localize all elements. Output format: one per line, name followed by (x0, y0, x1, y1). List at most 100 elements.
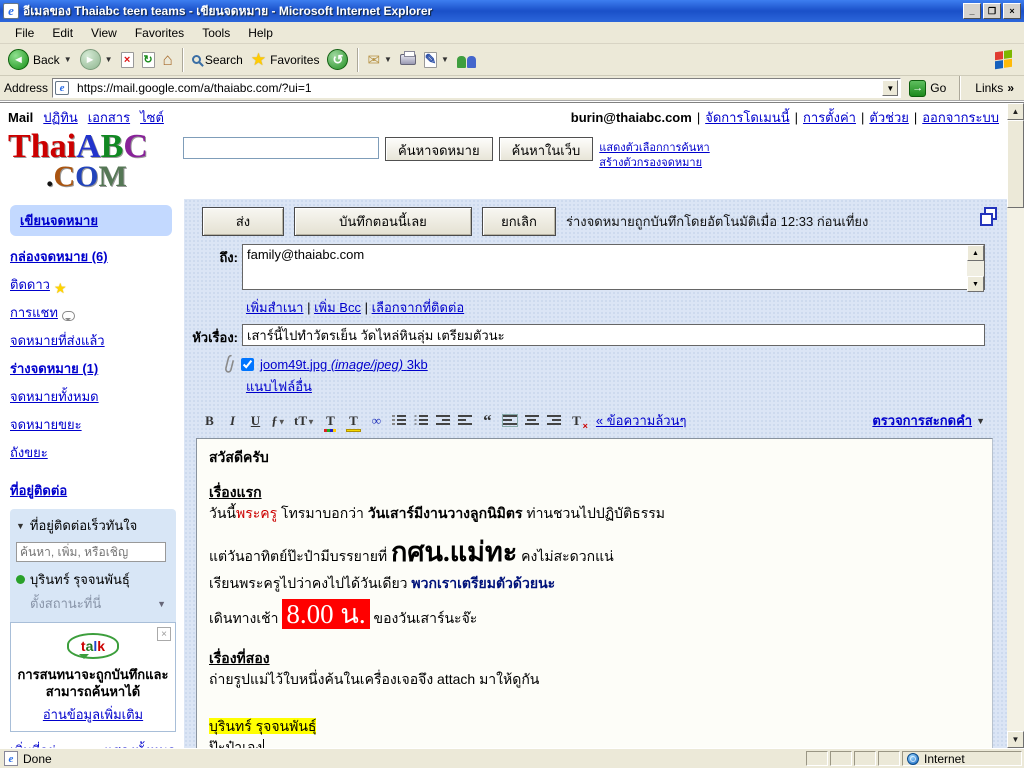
messenger-button[interactable] (453, 50, 480, 70)
link-settings[interactable]: การตั้งค่า (803, 107, 856, 128)
align-right-icon[interactable] (547, 415, 561, 426)
scroll-down-icon[interactable]: ▼ (967, 276, 984, 292)
attachment-link[interactable]: joom49t.jpg (image/jpeg) 3kb (260, 357, 428, 372)
attachment-checkbox[interactable] (241, 358, 254, 371)
mail-dropdown-icon[interactable]: ▼ (384, 55, 392, 64)
link-help[interactable]: ตัวช่วย (869, 107, 908, 128)
sidebar-item-sent[interactable]: จดหมายที่ส่งแล้ว (10, 330, 105, 351)
mail-button[interactable]: ✉ ▼ (363, 49, 396, 71)
address-url[interactable]: https://mail.google.com/a/thaiabc.com/?u… (77, 81, 311, 95)
back-button[interactable]: ◄ Back ▼ (4, 47, 76, 72)
search-web-button[interactable]: ค้นหาในเว็บ (499, 137, 594, 161)
spell-check-link[interactable]: ตรวจการสะกดคำ (872, 410, 972, 431)
edit-button[interactable]: ✎ ▼ (420, 50, 453, 70)
send-button[interactable]: ส่ง (202, 207, 284, 236)
close-button[interactable]: × (1003, 3, 1021, 19)
link-create-filter[interactable]: สร้างตัวกรองจดหมาย (599, 156, 709, 171)
forward-button[interactable]: ► ▼ (76, 47, 117, 72)
menu-file[interactable]: File (6, 24, 43, 42)
sidebar-item-starred[interactable]: ติดดาว (10, 274, 50, 295)
forward-dropdown-icon[interactable]: ▼ (105, 55, 113, 64)
status-dropdown-icon[interactable]: ▼ (157, 599, 166, 609)
favorites-button[interactable]: ★ Favorites (247, 48, 324, 72)
sidebar-item-spam[interactable]: จดหมายขยะ (10, 414, 82, 435)
bold-icon[interactable]: B (202, 413, 217, 429)
contact-name[interactable]: บุรินทร์ รุจจนพันธุ์ (30, 569, 130, 590)
sidebar-item-drafts[interactable]: ร่างจดหมาย (1) (10, 358, 98, 379)
add-cc-link[interactable]: เพิ่มสำเนา (246, 300, 303, 315)
message-body-editor[interactable]: สวัสดีครับ เรื่องแรก วันนี้พระครู โทรมาบ… (196, 438, 993, 748)
menu-favorites[interactable]: Favorites (126, 24, 193, 42)
restore-button[interactable]: ❐ (983, 3, 1001, 19)
align-left-icon[interactable] (503, 415, 517, 426)
set-status-hint[interactable]: ตั้งสถานะที่นี่ (30, 593, 101, 614)
add-contact-link[interactable]: เพิ่มที่อยู่ (10, 740, 56, 748)
sidebar-item-trash[interactable]: ถังขยะ (10, 442, 48, 463)
search-button[interactable]: Search (188, 51, 247, 69)
discard-button[interactable]: ยกเลิก (482, 207, 556, 236)
link-docs[interactable]: เอกสาร (88, 107, 130, 128)
choose-from-contacts-link[interactable]: เลือกจากที่ติดต่อ (372, 300, 465, 315)
subject-field[interactable] (242, 324, 985, 346)
link-calendar[interactable]: ปฏิทิน (43, 107, 77, 128)
print-button[interactable] (396, 52, 420, 67)
scroll-up-icon[interactable]: ▲ (967, 245, 984, 261)
scrollbar-down-icon[interactable]: ▼ (1007, 731, 1024, 748)
spell-check-dropdown-icon[interactable]: ▼ (976, 416, 985, 426)
insert-link-icon[interactable]: ∞ (369, 413, 384, 429)
search-mail-button[interactable]: ค้นหาจดหมาย (385, 137, 493, 161)
minimize-button[interactable]: _ (963, 3, 981, 19)
sidebar-item-chats[interactable]: การแชท (10, 302, 58, 323)
attach-another-file-link[interactable]: แนบไฟล์อื่น (246, 379, 312, 394)
align-center-icon[interactable] (525, 415, 539, 426)
close-promo-icon[interactable]: × (157, 627, 171, 641)
show-all-link[interactable]: แสดงทั้งหมด (104, 740, 176, 748)
tab-mail[interactable]: Mail (8, 110, 33, 125)
to-field-scrollbar[interactable]: ▲ ▼ (967, 245, 984, 292)
menu-edit[interactable]: Edit (43, 24, 82, 42)
link-search-options[interactable]: แสดงตัวเลือกการค้นหา (599, 141, 709, 156)
refresh-button[interactable]: ↻ (138, 50, 159, 70)
link-sign-out[interactable]: ออกจากระบบ (922, 107, 999, 128)
sidebar-item-all-mail[interactable]: จดหมายทั้งหมด (10, 386, 99, 407)
italic-icon[interactable]: I (225, 413, 240, 429)
menu-tools[interactable]: Tools (193, 24, 239, 42)
go-button[interactable]: → Go (905, 78, 950, 99)
save-now-button[interactable]: บันทึกตอนนี้เลย (294, 207, 472, 236)
back-dropdown-icon[interactable]: ▼ (64, 55, 72, 64)
address-dropdown-icon[interactable]: ▼ (882, 80, 898, 96)
highlight-color-icon[interactable]: T (346, 413, 361, 429)
sidebar-item-inbox[interactable]: กล่องจดหมาย (6) (10, 246, 108, 267)
sidebar-item-contacts[interactable]: ที่อยู่ติดต่อ (10, 480, 67, 501)
font-size-icon[interactable]: tT▼ (294, 413, 315, 429)
blockquote-icon[interactable]: “ (480, 411, 495, 431)
links-toolbar[interactable]: Links » (969, 81, 1020, 95)
underline-icon[interactable]: U (248, 413, 263, 429)
home-button[interactable]: ⌂ (159, 48, 177, 72)
stop-button[interactable]: × (117, 50, 138, 70)
menu-help[interactable]: Help (239, 24, 282, 42)
scrollbar-up-icon[interactable]: ▲ (1007, 103, 1024, 120)
history-button[interactable]: ↺ (323, 47, 352, 72)
address-field[interactable]: e https://mail.google.com/a/thaiabc.com/… (52, 78, 901, 98)
add-bcc-link[interactable]: เพิ่ม Bcc (314, 300, 361, 315)
outdent-icon[interactable] (436, 415, 450, 426)
text-color-icon[interactable]: T (323, 413, 338, 429)
edit-dropdown-icon[interactable]: ▼ (441, 55, 449, 64)
link-sites[interactable]: ไซต์ (140, 107, 164, 128)
link-manage-domain[interactable]: จัดการโดเมนนี้ (705, 107, 789, 128)
remove-formatting-icon[interactable]: T (569, 413, 584, 429)
collapse-triangle-icon[interactable]: ▼ (16, 521, 25, 531)
open-in-new-window-icon[interactable] (984, 207, 997, 220)
contact-search-input[interactable] (16, 542, 166, 562)
numbered-list-icon[interactable] (392, 415, 406, 426)
font-family-icon[interactable]: ƒ▼ (271, 413, 286, 429)
menu-view[interactable]: View (82, 24, 126, 42)
page-scrollbar[interactable]: ▲ ▼ (1007, 103, 1024, 748)
mail-search-input[interactable] (183, 137, 379, 159)
plain-text-link[interactable]: « ข้อความล้วนๆ (596, 410, 687, 431)
compose-mail-link[interactable]: เขียนจดหมาย (20, 213, 98, 228)
indent-icon[interactable] (458, 415, 472, 426)
to-field[interactable]: family@thaiabc.com (242, 244, 985, 290)
bullet-list-icon[interactable] (414, 415, 428, 426)
